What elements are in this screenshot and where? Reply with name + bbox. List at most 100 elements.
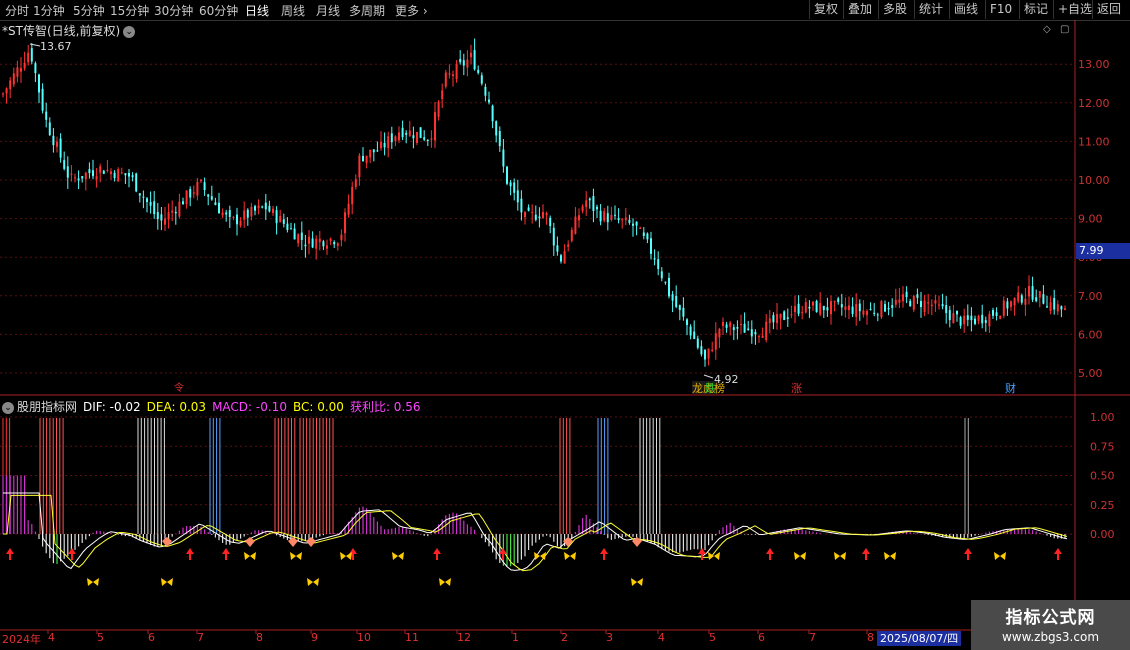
- candle-body: [491, 105, 494, 122]
- candle-body: [866, 311, 868, 316]
- candle-body: [509, 182, 512, 187]
- candle-body: [862, 310, 865, 315]
- indicator-axis-label: 0.75: [1090, 440, 1115, 453]
- candle-body: [675, 296, 678, 307]
- candle-body: [718, 329, 721, 338]
- candle-body: [214, 202, 217, 205]
- candle-body: [599, 210, 602, 222]
- candle-body: [236, 214, 238, 225]
- candle-body: [426, 139, 429, 141]
- chart-canvas[interactable]: 13.0012.0011.0010.009.008.007.006.005.00…: [0, 0, 1130, 650]
- candle-body: [581, 206, 584, 212]
- candle-body: [48, 122, 51, 136]
- candle-body: [45, 111, 48, 120]
- candle-body: [812, 301, 814, 306]
- candle-body: [858, 303, 861, 312]
- candle-body: [686, 319, 688, 326]
- candle-body: [74, 177, 76, 179]
- buy-arrow-icon: [862, 548, 870, 560]
- candle-body: [1010, 301, 1012, 307]
- candle-body: [470, 52, 472, 58]
- candle-body: [5, 88, 8, 94]
- candle-body: [869, 309, 872, 311]
- date-label: 9: [311, 631, 318, 644]
- candle-body: [848, 305, 850, 311]
- candle-body: [1042, 294, 1045, 304]
- candle-body: [984, 320, 987, 323]
- date-label: 2: [561, 631, 568, 644]
- candle-body: [570, 229, 573, 241]
- candle-body: [531, 211, 534, 213]
- diamond-signal-icon: [245, 537, 255, 547]
- date-label: 6: [148, 631, 155, 644]
- butterfly-icon: [307, 578, 319, 586]
- date-label: 10: [357, 631, 371, 644]
- candle-body: [272, 208, 274, 214]
- candle-body: [700, 346, 703, 355]
- candle-body: [1028, 285, 1030, 297]
- candle-body: [916, 294, 919, 298]
- candle-body: [16, 67, 19, 77]
- candle-body: [1038, 291, 1041, 298]
- candle-body: [833, 300, 836, 302]
- candle-body: [743, 323, 746, 333]
- candle-body: [300, 232, 303, 240]
- indicator-axis-label: 0.25: [1090, 499, 1115, 512]
- candle-body: [671, 294, 674, 301]
- candle-body: [801, 312, 804, 314]
- date-label: 5: [97, 631, 104, 644]
- candle-body: [502, 149, 505, 167]
- candle-body: [542, 212, 544, 218]
- candle-body: [880, 301, 883, 318]
- candle-body: [603, 211, 606, 221]
- candle-body: [790, 314, 793, 316]
- butterfly-icon: [994, 552, 1006, 560]
- candle-body: [88, 169, 91, 174]
- candle-body: [246, 209, 249, 218]
- candle-body: [466, 59, 469, 68]
- candle-body: [444, 72, 447, 87]
- candle-body: [664, 281, 667, 283]
- candle-body: [408, 130, 411, 136]
- candle-body: [84, 172, 87, 180]
- candle-body: [398, 132, 400, 141]
- candle-body: [38, 74, 40, 93]
- diamond-signal-icon: [288, 537, 298, 547]
- butterfly-icon: [834, 552, 846, 560]
- candle-body: [221, 212, 224, 216]
- candle-body: [693, 331, 696, 340]
- event-down[interactable]: 跌: [705, 381, 716, 395]
- candle-body: [948, 310, 951, 321]
- candle-body: [765, 321, 768, 341]
- price-axis-label: 5.00: [1078, 367, 1103, 380]
- candle-body: [822, 305, 825, 311]
- event-up[interactable]: 涨: [791, 382, 802, 395]
- candle-body: [635, 221, 638, 226]
- candle-body: [689, 326, 692, 336]
- candle-body: [1060, 306, 1063, 310]
- event-marker-icon[interactable]: 令: [174, 381, 184, 394]
- candle-body: [304, 244, 307, 247]
- candle-body: [286, 223, 289, 230]
- candle-body: [776, 314, 778, 323]
- candle-body: [1046, 306, 1048, 308]
- candle-body: [779, 313, 782, 319]
- candle-body: [826, 307, 829, 311]
- candle-body: [462, 60, 465, 66]
- candle-body: [1006, 301, 1009, 309]
- candle-body: [484, 86, 487, 96]
- candle-body: [855, 303, 858, 317]
- butterfly-icon: [439, 578, 451, 586]
- candle-body: [9, 80, 12, 90]
- candle-body: [279, 215, 282, 223]
- candle-body: [358, 155, 361, 178]
- candle-body: [297, 234, 300, 244]
- event-finance[interactable]: 财: [1005, 381, 1016, 395]
- candle-body: [963, 315, 966, 325]
- date-label: 11: [405, 631, 419, 644]
- candle-body: [336, 243, 339, 246]
- candle-body: [416, 132, 418, 143]
- candle-body: [578, 215, 580, 221]
- current-price-tag: 7.99: [1076, 243, 1130, 259]
- candle-body: [329, 238, 332, 242]
